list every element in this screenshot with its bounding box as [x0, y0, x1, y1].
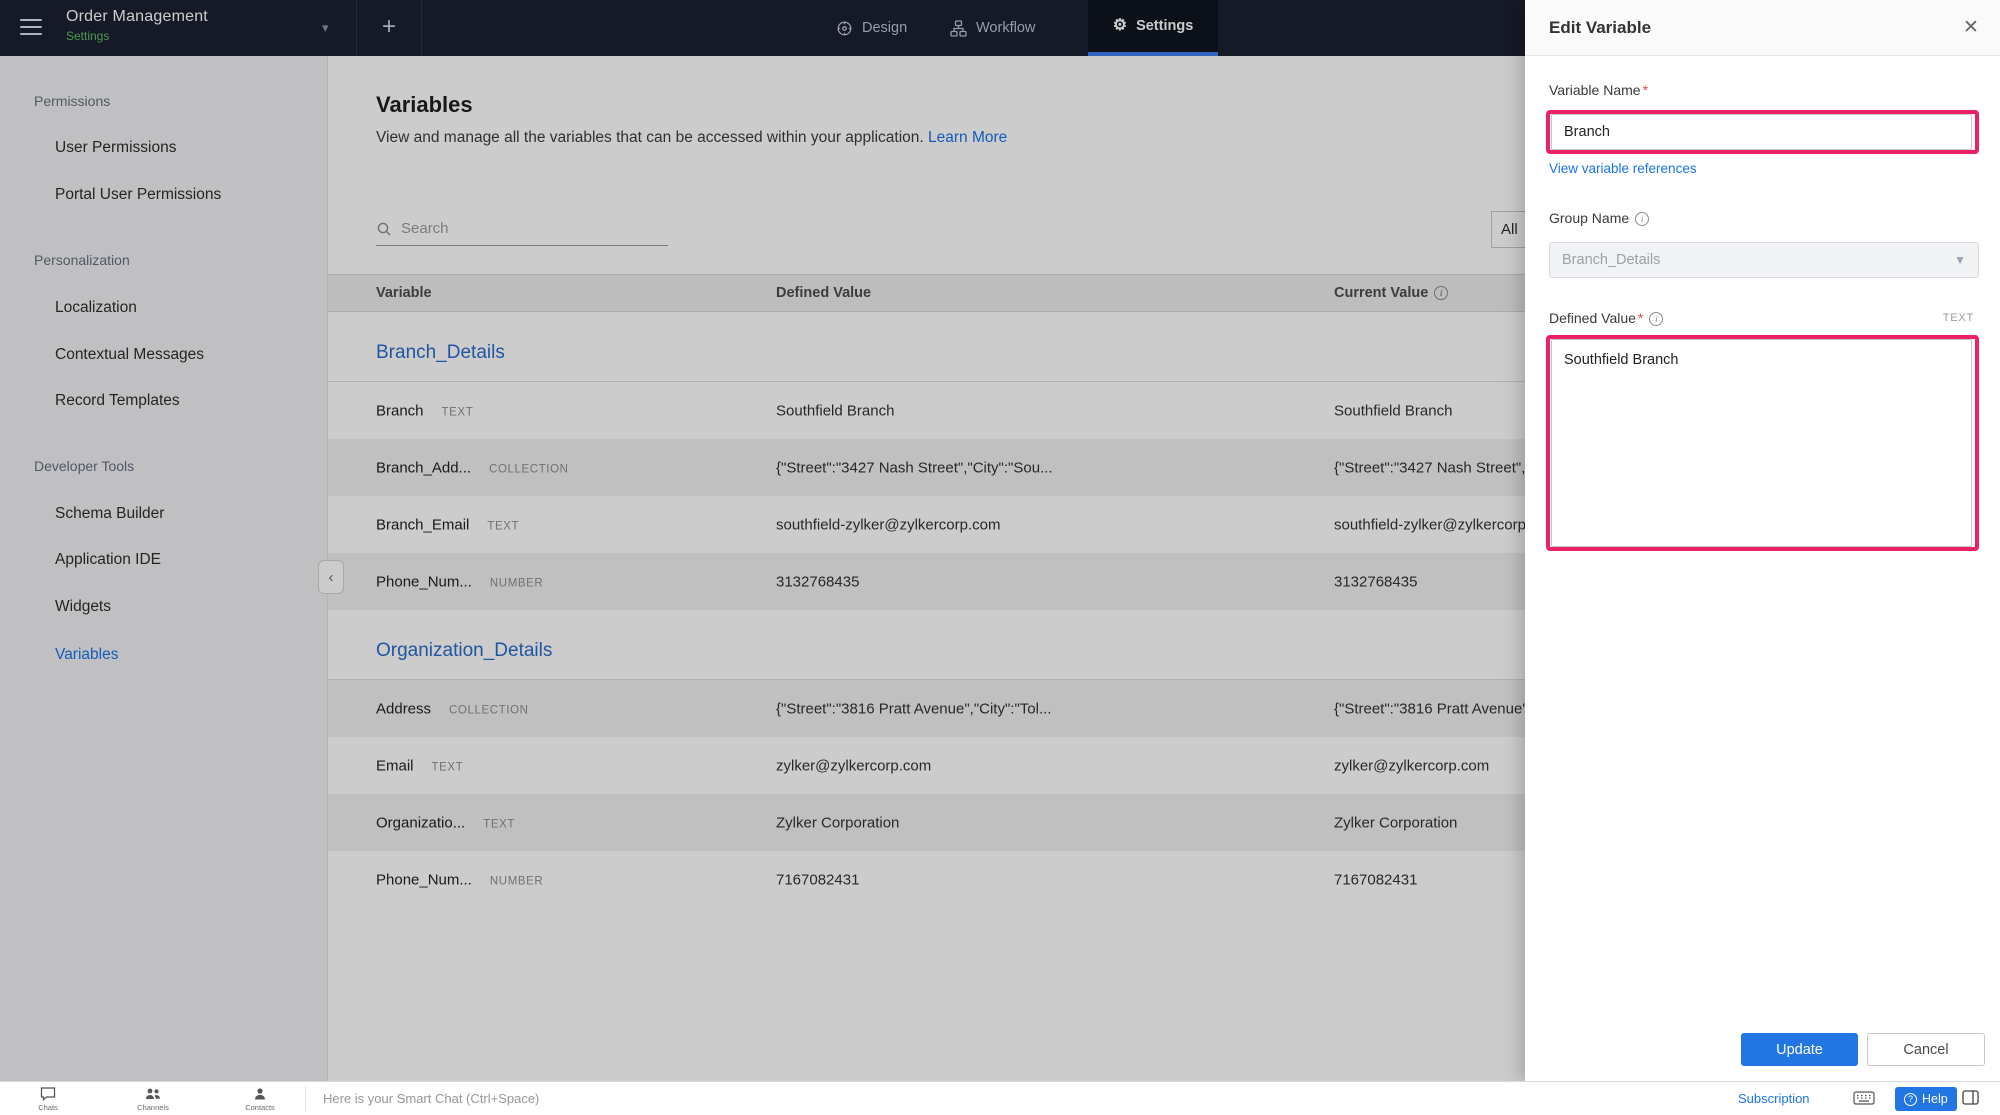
side-panel-toggle-icon[interactable]: [1962, 1090, 1979, 1110]
variable-name-input[interactable]: [1551, 114, 1972, 150]
info-icon: i: [1635, 212, 1650, 226]
bottombar: Chats Channels Contacts Here is your Sma…: [0, 1081, 2000, 1115]
bottombar-divider: [305, 1086, 306, 1112]
channels-button[interactable]: Channels: [123, 1084, 183, 1112]
info-icon: i: [1649, 312, 1664, 326]
channels-icon: [146, 1088, 160, 1099]
update-button[interactable]: Update: [1741, 1033, 1858, 1066]
help-label: Help: [1922, 1092, 1948, 1106]
panel-header: Edit Variable ✕: [1525, 0, 2000, 56]
modal-dim-overlay: [0, 0, 1525, 1081]
contacts-label: Contacts: [245, 1103, 275, 1112]
app-window: Order Management Settings ▾ + Design Wor…: [0, 0, 2000, 1115]
defined-value-type-badge: TEXT: [1942, 312, 1974, 324]
chat-bubble-icon: [40, 1087, 56, 1102]
contacts-icon: [255, 1088, 265, 1100]
help-button[interactable]: ? Help: [1895, 1087, 1957, 1111]
subscription-link[interactable]: Subscription: [1738, 1091, 1810, 1106]
defined-value-textarea[interactable]: Southfield Branch: [1551, 339, 1972, 547]
channels-label: Channels: [137, 1103, 169, 1112]
chevron-down-icon: ▼: [1954, 253, 1966, 267]
close-icon[interactable]: ✕: [1958, 15, 1984, 41]
view-variable-references-link[interactable]: View variable references: [1549, 161, 1697, 176]
keyboard-shortcuts-icon[interactable]: [1853, 1090, 1875, 1111]
question-icon: ?: [1904, 1092, 1917, 1106]
group-name-label: Group Name i: [1549, 210, 1650, 226]
contacts-button[interactable]: Contacts: [230, 1084, 290, 1112]
group-name-select[interactable]: Branch_Details ▼: [1549, 242, 1979, 278]
required-asterisk: *: [1637, 310, 1644, 326]
variable-name-label: Variable Name *: [1549, 82, 1649, 98]
required-asterisk: *: [1642, 82, 1649, 98]
chats-label: Chats: [38, 1103, 58, 1112]
smart-chat-input[interactable]: Here is your Smart Chat (Ctrl+Space): [323, 1091, 539, 1106]
cancel-button[interactable]: Cancel: [1867, 1033, 1985, 1066]
panel-title: Edit Variable: [1549, 18, 1652, 37]
edit-variable-panel: Edit Variable ✕ Variable Name* View vari…: [1525, 0, 2000, 1081]
chats-button[interactable]: Chats: [18, 1084, 78, 1112]
defined-value-label: Defined Value * i: [1549, 310, 1664, 326]
